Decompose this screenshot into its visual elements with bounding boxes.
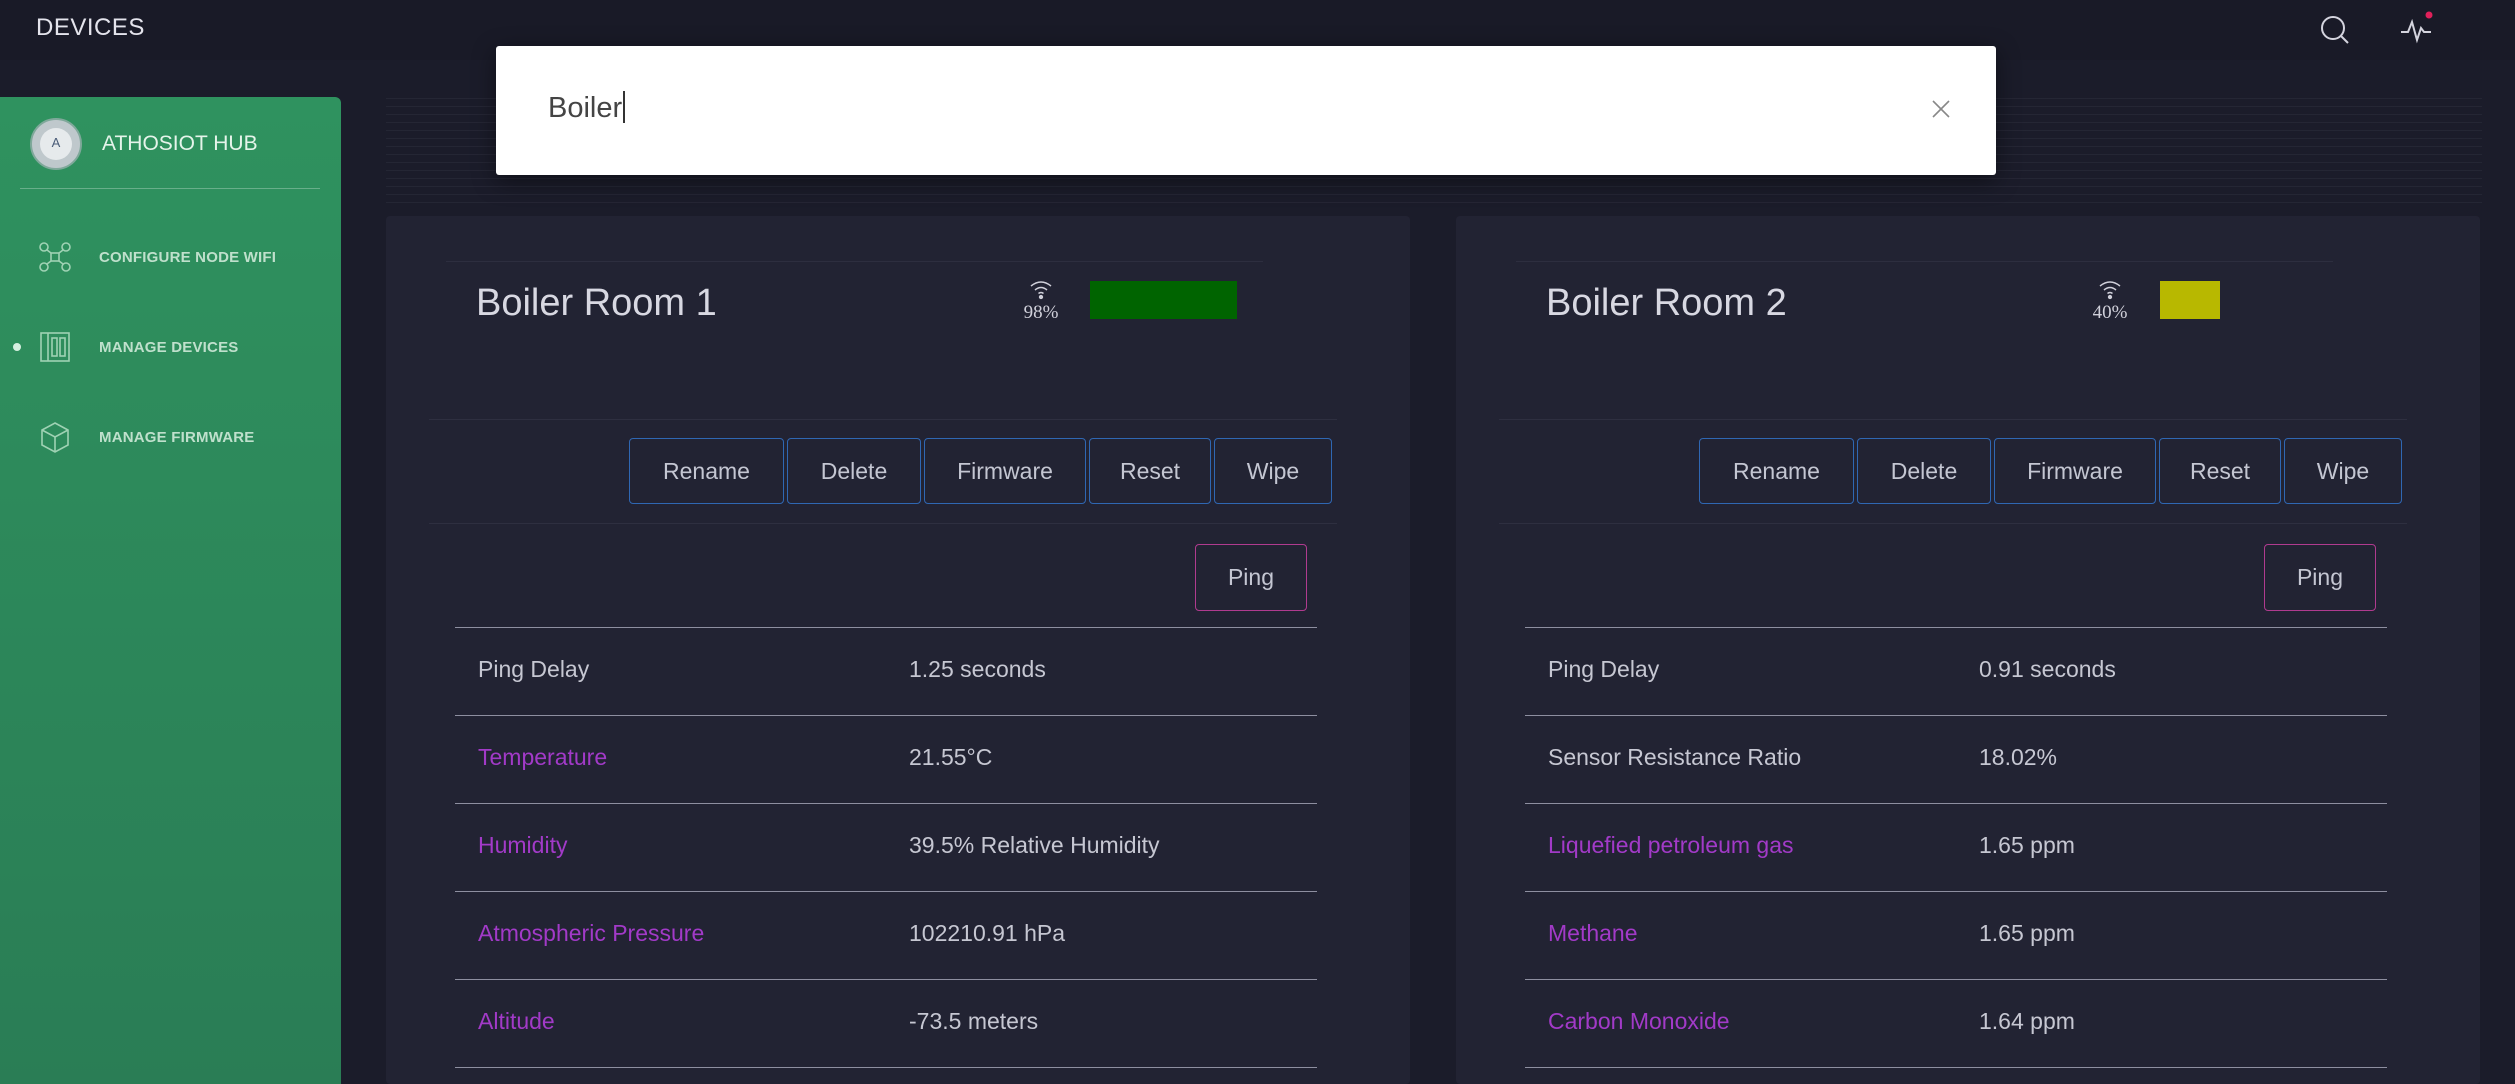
- ping-button[interactable]: Ping: [2264, 544, 2376, 611]
- active-indicator: [13, 343, 21, 351]
- signal-percentage: 40%: [2092, 302, 2128, 323]
- row-label-link[interactable]: Humidity: [478, 832, 567, 859]
- row-label-link[interactable]: Carbon Monoxide: [1548, 1008, 1730, 1035]
- firmware-button[interactable]: Firmware: [1994, 438, 2156, 504]
- table-bottom-border: [1525, 1067, 2387, 1069]
- row-label-link[interactable]: Atmospheric Pressure: [478, 920, 704, 947]
- device-name: Boiler Room 2: [1546, 282, 1787, 324]
- row-label-link[interactable]: Altitude: [478, 1008, 555, 1035]
- device-card: Boiler Room 1 98% Rename Delete Firmware…: [386, 216, 1410, 1084]
- sidebar-item-manage-devices[interactable]: MANAGE DEVICES: [0, 317, 341, 377]
- sidebar-item-configure-node-wifi[interactable]: CONFIGURE NODE WIFI: [0, 227, 341, 287]
- action-buttons: Rename Delete Firmware Reset Wipe: [629, 438, 1335, 504]
- row-value: 1.65 ppm: [1979, 920, 2075, 946]
- signal-strength-bar: [2160, 281, 2220, 319]
- table-bottom-border: [455, 1067, 1317, 1069]
- rename-button[interactable]: Rename: [1699, 438, 1854, 504]
- brand-logo: [30, 118, 82, 170]
- delete-button[interactable]: Delete: [1857, 438, 1991, 504]
- table-row: Methane 1.65 ppm: [1525, 891, 2387, 979]
- row-value: 1.25 seconds: [909, 656, 1046, 682]
- wipe-button[interactable]: Wipe: [2284, 438, 2402, 504]
- row-label: Ping Delay: [478, 656, 590, 682]
- sidebar-item-label: CONFIGURE NODE WIFI: [99, 248, 277, 266]
- close-icon[interactable]: [1926, 94, 1956, 124]
- row-label: Ping Delay: [1548, 656, 1660, 682]
- table-row: Altitude -73.5 meters: [455, 979, 1317, 1067]
- table-row: Temperature 21.55°C: [455, 715, 1317, 803]
- firmware-button[interactable]: Firmware: [924, 438, 1086, 504]
- table-row: Ping Delay 1.25 seconds: [455, 627, 1317, 715]
- separator: [1499, 419, 2407, 420]
- row-label-link[interactable]: Methane: [1548, 920, 1638, 947]
- activity-pulse-icon[interactable]: [2397, 10, 2437, 50]
- card-top-line: [446, 261, 1263, 262]
- sidebar: ATHOSIOT HUB CONFIGURE NODE WIFI MANAGE …: [0, 97, 341, 1084]
- row-label: Sensor Resistance Ratio: [1548, 744, 1802, 770]
- table-row: Humidity 39.5% Relative Humidity: [455, 803, 1317, 891]
- wipe-button[interactable]: Wipe: [1214, 438, 1332, 504]
- table-row: Ping Delay 0.91 seconds: [1525, 627, 2387, 715]
- telemetry-table: Ping Delay 1.25 seconds Temperature 21.55°…: [455, 627, 1317, 1069]
- rename-button[interactable]: Rename: [629, 438, 784, 504]
- row-value: 21.55°C: [909, 744, 993, 770]
- table-row: Atmospheric Pressure 102210.91 hPa: [455, 891, 1317, 979]
- text-caret: [623, 91, 626, 123]
- signal-strength-bar: [1090, 281, 1237, 319]
- row-label-link[interactable]: Liquefied petroleum gas: [1548, 832, 1794, 859]
- separator: [1499, 523, 2407, 524]
- brand-name: ATHOSIOT HUB: [102, 132, 258, 155]
- row-value: 1.65 ppm: [1979, 832, 2075, 858]
- devices-grid-icon: [38, 330, 72, 364]
- table-row: Sensor Resistance Ratio 18.02%: [1525, 715, 2387, 803]
- row-label-link[interactable]: Temperature: [478, 744, 607, 771]
- signal-indicator: 40%: [2080, 278, 2140, 324]
- table-row: Carbon Monoxide 1.64 ppm: [1525, 979, 2387, 1067]
- row-value: 0.91 seconds: [1979, 656, 2116, 682]
- row-value: 102210.91 hPa: [909, 920, 1066, 946]
- row-value: -73.5 meters: [909, 1008, 1039, 1034]
- separator: [429, 523, 1337, 524]
- reset-button[interactable]: Reset: [2159, 438, 2281, 504]
- telemetry-table: Ping Delay 0.91 seconds Sensor Resistance…: [1525, 627, 2387, 1069]
- sidebar-item-label: MANAGE FIRMWARE: [99, 428, 255, 446]
- device-name: Boiler Room 1: [476, 282, 717, 324]
- search-overlay: Boiler: [496, 46, 1996, 175]
- wifi-icon: [2099, 281, 2121, 300]
- brand[interactable]: ATHOSIOT HUB: [30, 118, 258, 170]
- sidebar-divider: [20, 188, 320, 189]
- row-value: 1.64 ppm: [1979, 1008, 2075, 1034]
- table-row: Liquefied petroleum gas 1.65 ppm: [1525, 803, 2387, 891]
- card-top-line: [1516, 261, 2333, 262]
- box-icon: [38, 420, 72, 454]
- sidebar-item-manage-firmware[interactable]: MANAGE FIRMWARE: [0, 407, 341, 467]
- search-input-value: Boiler: [548, 92, 623, 124]
- reset-button[interactable]: Reset: [1089, 438, 1211, 504]
- page-title: DEVICES: [36, 14, 145, 41]
- search-input[interactable]: Boiler: [548, 91, 626, 125]
- device-card: Boiler Room 2 40% Rename Delete Firmware…: [1456, 216, 2480, 1084]
- signal-indicator: 98%: [1011, 278, 1071, 324]
- delete-button[interactable]: Delete: [787, 438, 921, 504]
- ping-button[interactable]: Ping: [1195, 544, 1307, 611]
- row-value: 39.5% Relative Humidity: [909, 832, 1160, 858]
- sidebar-item-label: MANAGE DEVICES: [99, 338, 239, 356]
- wifi-icon: [1030, 281, 1052, 300]
- row-value: 18.02%: [1979, 744, 2058, 770]
- search-icon[interactable]: [2315, 10, 2355, 50]
- signal-percentage: 98%: [1023, 302, 1059, 323]
- drone-network-icon: [38, 240, 72, 274]
- separator: [429, 419, 1337, 420]
- action-buttons: Rename Delete Firmware Reset Wipe: [1699, 438, 2405, 504]
